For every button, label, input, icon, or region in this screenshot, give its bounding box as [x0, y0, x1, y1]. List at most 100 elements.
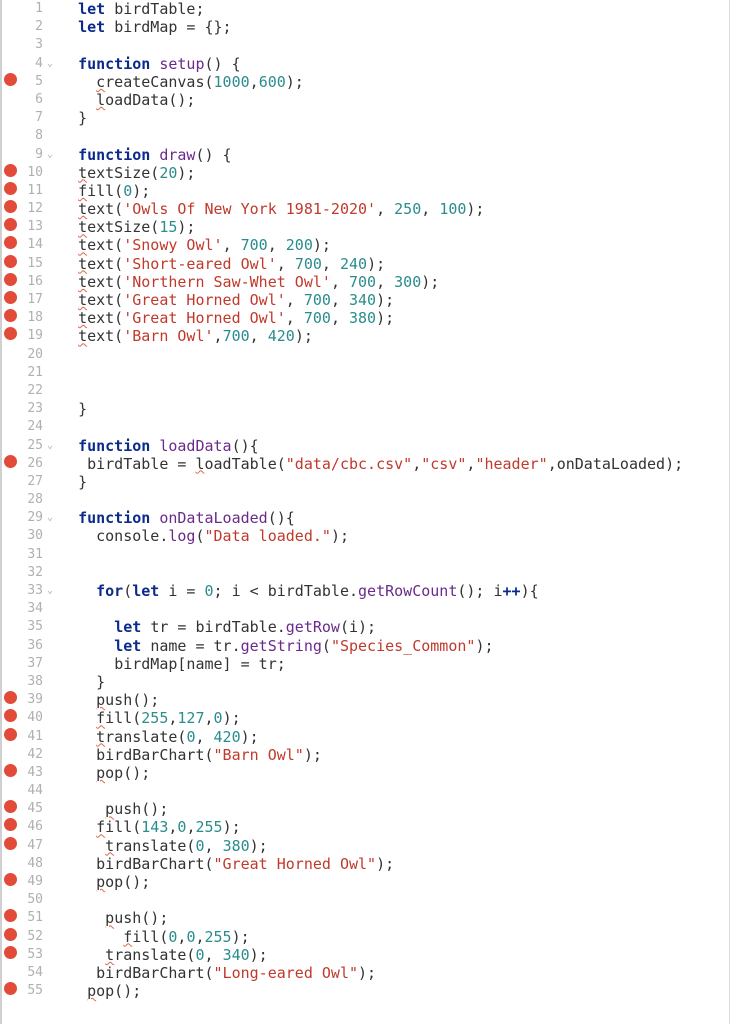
code-line[interactable]: 20 [0, 346, 729, 364]
code-line[interactable]: 1 let birdTable; [0, 0, 729, 18]
code-line[interactable]: 22 [0, 382, 729, 400]
breakpoint-dot-icon[interactable] [4, 200, 17, 213]
code-content[interactable]: function draw() { [58, 146, 232, 164]
code-line[interactable]: 30 console.log("Data loaded."); [0, 527, 729, 545]
code-line[interactable]: 6 loadData(); [0, 91, 729, 109]
code-content[interactable]: let birdTable; [58, 0, 205, 18]
code-line[interactable]: 10 textSize(20); [0, 164, 729, 182]
breakpoint-gutter[interactable] [0, 873, 20, 886]
code-line[interactable]: 31 [0, 546, 729, 564]
breakpoint-gutter[interactable] [0, 764, 20, 777]
code-content[interactable]: birdBarChart("Great Horned Owl"); [58, 855, 394, 873]
code-line[interactable]: 19 text('Barn Owl',700, 420); [0, 327, 729, 345]
breakpoint-gutter[interactable] [0, 946, 20, 959]
code-content[interactable]: fill(255,127,0); [58, 709, 241, 727]
code-content[interactable]: } [58, 473, 87, 491]
code-line[interactable]: 15 text('Short-eared Owl', 700, 240); [0, 255, 729, 273]
breakpoint-gutter[interactable] [0, 182, 20, 195]
code-content[interactable]: translate(0, 420); [58, 728, 259, 746]
code-content[interactable]: let tr = birdTable.getRow(i); [58, 618, 376, 636]
code-line[interactable]: 7 } [0, 109, 729, 127]
code-content[interactable]: push(); [58, 909, 168, 927]
breakpoint-dot-icon[interactable] [4, 873, 17, 886]
breakpoint-dot-icon[interactable] [4, 800, 17, 813]
code-content[interactable]: fill(0); [58, 182, 150, 200]
code-content[interactable]: text('Short-eared Owl', 700, 240); [58, 255, 385, 273]
code-content[interactable]: translate(0, 380); [58, 837, 268, 855]
code-content[interactable]: text('Owls Of New York 1981-2020', 250, … [58, 200, 484, 218]
breakpoint-gutter[interactable] [0, 728, 20, 741]
code-content[interactable]: let birdMap = {}; [58, 18, 232, 36]
code-content[interactable]: loadData(); [58, 91, 195, 109]
code-line[interactable]: 14 text('Snowy Owl', 700, 200); [0, 236, 729, 254]
code-line[interactable]: 51 push(); [0, 909, 729, 927]
code-content[interactable]: translate(0, 340); [58, 946, 268, 964]
code-content[interactable]: birdBarChart("Barn Owl"); [58, 746, 322, 764]
breakpoint-dot-icon[interactable] [4, 273, 17, 286]
breakpoint-dot-icon[interactable] [4, 182, 17, 195]
code-line[interactable]: 13 textSize(15); [0, 218, 729, 236]
code-line[interactable]: 5 createCanvas(1000,600); [0, 73, 729, 91]
code-content[interactable]: } [58, 673, 105, 691]
breakpoint-dot-icon[interactable] [4, 291, 17, 304]
breakpoint-gutter[interactable] [0, 837, 20, 850]
breakpoint-gutter[interactable] [0, 273, 20, 286]
code-content[interactable]: createCanvas(1000,600); [58, 73, 304, 91]
code-content[interactable]: push(); [58, 800, 168, 818]
breakpoint-dot-icon[interactable] [4, 764, 17, 777]
code-content[interactable]: text('Great Horned Owl', 700, 340); [58, 291, 394, 309]
code-line[interactable]: 12 text('Owls Of New York 1981-2020', 25… [0, 200, 729, 218]
code-content[interactable]: function loadData(){ [58, 437, 259, 455]
code-content[interactable]: birdTable = loadTable("data/cbc.csv","cs… [58, 455, 683, 473]
code-line[interactable]: 53 translate(0, 340); [0, 946, 729, 964]
code-content[interactable]: pop(); [58, 982, 141, 1000]
code-line[interactable]: 26 birdTable = loadTable("data/cbc.csv",… [0, 455, 729, 473]
breakpoint-gutter[interactable] [0, 455, 20, 468]
code-content[interactable]: textSize(20); [58, 164, 195, 182]
code-line[interactable]: 9⌄ function draw() { [0, 146, 729, 164]
breakpoint-gutter[interactable] [0, 982, 20, 995]
code-content[interactable]: let name = tr.getString("Species_Common"… [58, 637, 494, 655]
code-line[interactable]: 4⌄ function setup() { [0, 55, 729, 73]
code-line[interactable]: 52 fill(0,0,255); [0, 928, 729, 946]
code-line[interactable]: 46 fill(143,0,255); [0, 818, 729, 836]
breakpoint-dot-icon[interactable] [4, 327, 17, 340]
code-line[interactable]: 23 } [0, 400, 729, 418]
breakpoint-dot-icon[interactable] [4, 909, 17, 922]
breakpoint-dot-icon[interactable] [4, 728, 17, 741]
code-line[interactable]: 21 [0, 364, 729, 382]
code-line[interactable]: 49 pop(); [0, 873, 729, 891]
code-content[interactable]: } [58, 400, 87, 418]
breakpoint-dot-icon[interactable] [4, 928, 17, 941]
breakpoint-gutter[interactable] [0, 818, 20, 831]
code-line[interactable]: 47 translate(0, 380); [0, 837, 729, 855]
code-content[interactable]: pop(); [58, 873, 150, 891]
code-content[interactable]: text('Great Horned Owl', 700, 380); [58, 309, 394, 327]
code-content[interactable]: pop(); [58, 764, 150, 782]
code-line[interactable]: 50 [0, 891, 729, 909]
breakpoint-dot-icon[interactable] [4, 946, 17, 959]
code-line[interactable]: 16 text('Northern Saw-Whet Owl', 700, 30… [0, 273, 729, 291]
code-content[interactable]: } [58, 109, 87, 127]
breakpoint-gutter[interactable] [0, 909, 20, 922]
code-content[interactable]: textSize(15); [58, 218, 195, 236]
breakpoint-dot-icon[interactable] [4, 164, 17, 177]
code-line[interactable]: 3 [0, 36, 729, 54]
breakpoint-gutter[interactable] [0, 236, 20, 249]
code-content[interactable]: fill(143,0,255); [58, 818, 241, 836]
code-content[interactable]: function setup() { [58, 55, 241, 73]
code-line[interactable]: 54 birdBarChart("Long-eared Owl"); [0, 964, 729, 982]
code-editor[interactable]: 1 let birdTable;2 let birdMap = {};34⌄ f… [0, 0, 730, 1024]
code-line[interactable]: 41 translate(0, 420); [0, 728, 729, 746]
breakpoint-gutter[interactable] [0, 218, 20, 231]
breakpoint-gutter[interactable] [0, 691, 20, 704]
fold-toggle-icon[interactable]: ⌄ [46, 437, 58, 455]
code-line[interactable]: 48 birdBarChart("Great Horned Owl"); [0, 855, 729, 873]
code-line[interactable]: 43 pop(); [0, 764, 729, 782]
code-line[interactable]: 40 fill(255,127,0); [0, 709, 729, 727]
breakpoint-gutter[interactable] [0, 73, 20, 86]
code-content[interactable]: text('Snowy Owl', 700, 200); [58, 236, 331, 254]
code-content[interactable]: fill(0,0,255); [58, 928, 250, 946]
breakpoint-gutter[interactable] [0, 200, 20, 213]
fold-toggle-icon[interactable]: ⌄ [46, 582, 58, 600]
